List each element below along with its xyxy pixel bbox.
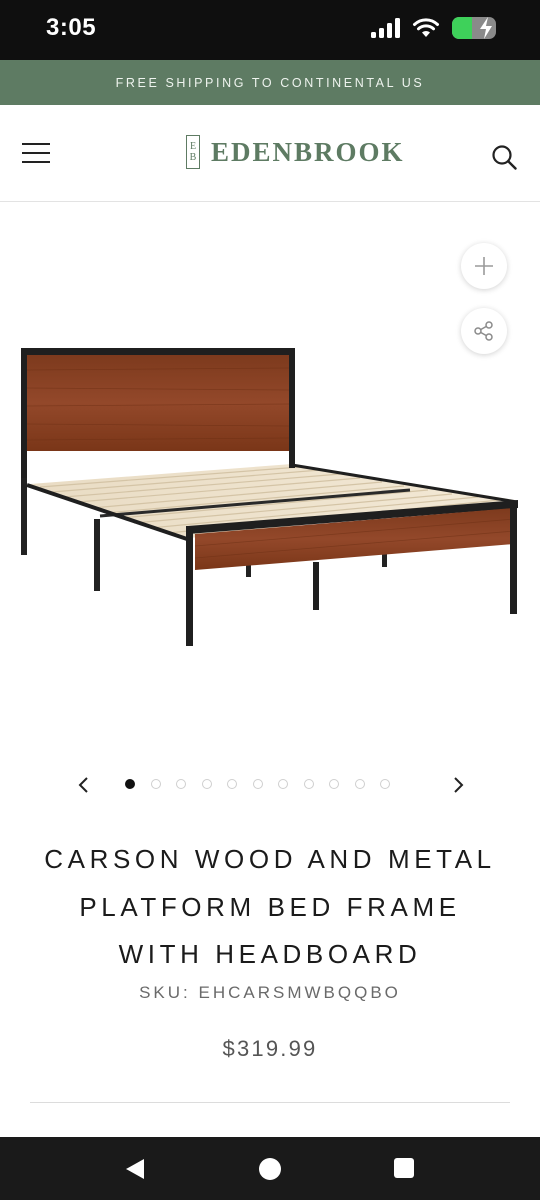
product-title-line: PLATFORM BED FRAME	[79, 891, 461, 922]
product-title-line: WITH HEADBOARD	[118, 939, 422, 969]
product-gallery	[0, 202, 540, 762]
carousel-dot[interactable]	[227, 779, 237, 789]
carousel-dot[interactable]	[329, 779, 339, 789]
carousel-dot[interactable]	[303, 779, 314, 789]
product-title-line: CARSON WOOD AND METAL	[44, 844, 496, 874]
carousel-dot[interactable]	[201, 779, 212, 789]
carousel-dot[interactable]	[176, 779, 186, 789]
promo-text: FREE SHIPPING TO CONTINENTAL US	[115, 75, 425, 90]
carousel-dot[interactable]	[252, 779, 263, 789]
divider	[30, 1102, 510, 1103]
system-nav-bar	[0, 1137, 540, 1200]
status-icons	[370, 17, 496, 39]
chevron-right-icon[interactable]	[448, 774, 468, 796]
site-header: E B EDENBROOK	[0, 105, 540, 202]
home-icon[interactable]	[258, 1157, 282, 1181]
carousel-nav	[0, 770, 540, 800]
zoom-button[interactable]	[461, 243, 507, 289]
signal-icon	[371, 18, 400, 38]
plus-icon	[475, 257, 493, 275]
product-image[interactable]	[0, 322, 540, 662]
carousel-dot[interactable]	[125, 779, 135, 789]
recents-icon[interactable]	[393, 1157, 415, 1179]
logo-mark: E B	[186, 135, 200, 169]
carousel-dots	[125, 779, 390, 789]
back-icon[interactable]	[123, 1157, 147, 1181]
brand-logo[interactable]: E B EDENBROOK	[186, 135, 405, 169]
promo-banner: FREE SHIPPING TO CONTINENTAL US	[0, 60, 540, 105]
wifi-icon	[413, 18, 439, 37]
product-sku: SKU: EHCARSMWBQQBO	[139, 983, 401, 1002]
carousel-dot[interactable]	[150, 779, 161, 789]
search-icon[interactable]	[491, 144, 517, 170]
product-price: $319.99	[222, 1036, 318, 1061]
product-title: CARSON WOOD AND METAL PLATFORM BED FRAME…	[20, 836, 520, 979]
status-time: 3:05	[46, 14, 97, 41]
carousel-dot[interactable]	[278, 779, 288, 789]
chevron-left-icon[interactable]	[74, 774, 94, 796]
battery-charging-icon	[452, 17, 496, 39]
carousel-dot[interactable]	[354, 779, 365, 789]
status-bar: 3:05	[0, 0, 540, 60]
carousel-dot[interactable]	[380, 779, 390, 789]
logo-text: EDENBROOK	[211, 136, 405, 167]
hamburger-menu-icon[interactable]	[22, 143, 50, 165]
